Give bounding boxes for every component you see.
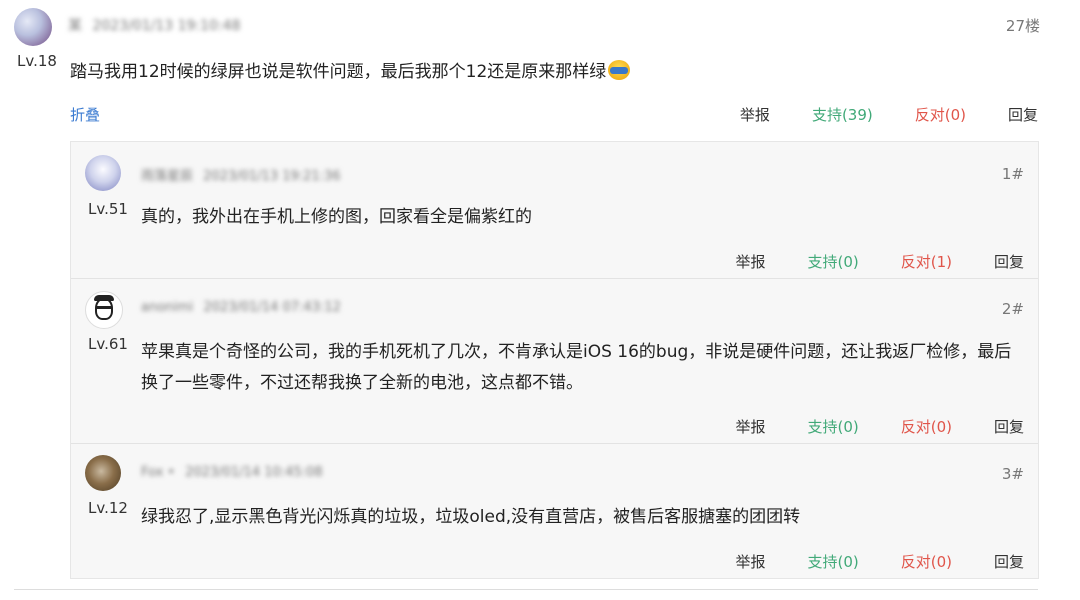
reply-content: 真的，我外出在手机上修的图，回家看全是偏紫红的 (141, 207, 532, 227)
reply-button[interactable]: 回复 (994, 251, 1024, 272)
report-button[interactable]: 举报 (735, 251, 765, 272)
username[interactable]: 雨落星辰 (141, 169, 193, 184)
floor-number: 1# (1001, 165, 1024, 183)
username[interactable]: 某 (68, 18, 82, 34)
oppose-button[interactable]: 反对(0) (915, 104, 966, 125)
timestamp: 2023/01/13 19:21:36 (203, 169, 341, 184)
fold-link[interactable]: 折叠 (70, 104, 100, 125)
reply-actions: 举报 支持(0) 反对(0) 回复 (693, 416, 1024, 437)
report-button[interactable]: 举报 (735, 551, 765, 572)
oppose-button[interactable]: 反对(0) (901, 416, 952, 437)
reply-list: Lv.51 雨落星辰 2023/01/13 19:21:36 1# 真的，我外出… (70, 141, 1039, 579)
avatar[interactable] (85, 291, 123, 329)
floor-number: 27楼 (1005, 17, 1040, 35)
floor-number: 2# (1001, 300, 1024, 318)
report-button[interactable]: 举报 (740, 104, 770, 125)
avatar[interactable] (85, 455, 121, 491)
reply-button[interactable]: 回复 (1008, 104, 1038, 125)
comment-thread: Lv.18 某 2023/01/13 19:10:48 27楼 踏马我用12时候… (0, 0, 1080, 600)
support-button[interactable]: 支持(0) (807, 416, 858, 437)
divider (14, 589, 1038, 590)
reply-actions: 举报 支持(0) 反对(1) 回复 (693, 251, 1024, 272)
reply-button[interactable]: 回复 (994, 416, 1024, 437)
comment-meta: anonimi 2023/01/14 07:43:12 (141, 300, 341, 315)
user-level: Lv.61 (88, 335, 128, 353)
timestamp: 2023/01/14 10:45:08 (185, 465, 323, 480)
support-button[interactable]: 支持(39) (812, 104, 873, 125)
comment-meta: Fox • 2023/01/14 10:45:08 (141, 465, 323, 480)
divider (71, 443, 1038, 444)
divider (71, 278, 1038, 279)
avatar[interactable] (85, 155, 121, 191)
floor-number: 3# (1001, 465, 1024, 483)
timestamp: 2023/01/13 19:10:48 (92, 18, 241, 34)
oppose-button[interactable]: 反对(0) (901, 551, 952, 572)
timestamp: 2023/01/14 07:43:12 (203, 300, 341, 315)
support-button[interactable]: 支持(0) (807, 551, 858, 572)
reply-content: 苹果真是个奇怪的公司，我的手机死机了几次，不肯承认是iOS 16的bug，非说是… (141, 342, 1012, 393)
user-level: Lv.12 (88, 499, 128, 517)
avatar-glasses (96, 306, 112, 309)
comment-actions: 举报 支持(39) 反对(0) 回复 (698, 104, 1038, 125)
username[interactable]: anonimi (141, 300, 193, 315)
user-level: Lv.18 (17, 52, 57, 70)
username[interactable]: Fox • (141, 465, 175, 480)
reply-content: 绿我忍了,显示黑色背光闪烁真的垃圾，垃圾oled,没有直营店，被售后客服搪塞的团… (141, 507, 801, 527)
user-level: Lv.51 (88, 200, 128, 218)
comment-content: 踏马我用12时候的绿屏也说是软件问题，最后我那个12还是原来那样绿 (70, 57, 631, 82)
reply-actions: 举报 支持(0) 反对(0) 回复 (693, 551, 1024, 572)
avatar[interactable] (14, 8, 52, 46)
reply-button[interactable]: 回复 (994, 551, 1024, 572)
comment-meta: 某 2023/01/13 19:10:48 (68, 15, 240, 35)
comment-text: 踏马我用12时候的绿屏也说是软件问题，最后我那个12还是原来那样绿 (70, 62, 607, 82)
comment-meta: 雨落星辰 2023/01/13 19:21:36 (141, 165, 341, 184)
grimace-emoji-icon (608, 60, 631, 80)
support-button[interactable]: 支持(0) (807, 251, 858, 272)
report-button[interactable]: 举报 (735, 416, 765, 437)
avatar-face (95, 298, 113, 320)
oppose-button[interactable]: 反对(1) (901, 251, 952, 272)
